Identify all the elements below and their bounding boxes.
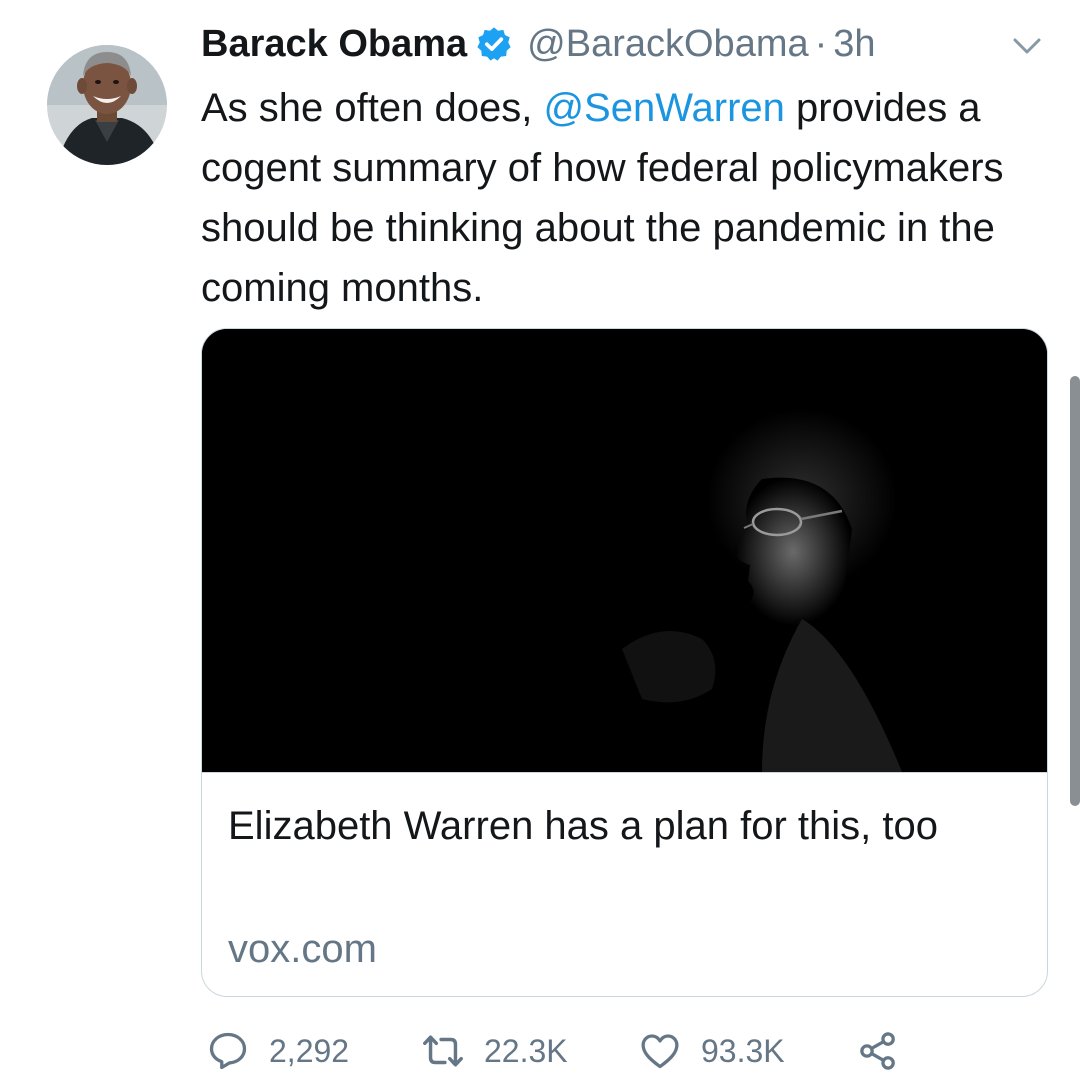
share-icon — [855, 1028, 901, 1074]
card-divider — [202, 772, 1047, 773]
like-button[interactable]: 93.3K — [637, 1025, 785, 1077]
display-name[interactable]: Barack Obama — [201, 23, 467, 66]
card-image[interactable] — [202, 329, 1047, 772]
avatar[interactable] — [47, 30, 167, 165]
retweet-count: 22.3K — [484, 1032, 568, 1069]
heart-icon — [637, 1028, 683, 1074]
scrollbar[interactable] — [1070, 376, 1080, 806]
share-button[interactable] — [855, 1025, 901, 1077]
verified-badge-icon — [475, 25, 513, 63]
separator: · — [814, 22, 828, 65]
retweet-button[interactable]: 22.3K — [420, 1025, 568, 1077]
retweet-icon — [420, 1028, 466, 1074]
tweet-header: Barack Obama @BarackObama · 3h — [201, 20, 876, 68]
chevron-down-icon[interactable] — [1010, 34, 1044, 58]
like-count: 93.3K — [701, 1032, 785, 1069]
reply-button[interactable]: 2,292 — [205, 1025, 349, 1077]
user-handle[interactable]: @BarackObama — [527, 23, 808, 66]
tweet-text-before: As she often does, — [201, 86, 544, 130]
card-domain: vox.com — [228, 927, 377, 971]
card-title[interactable]: Elizabeth Warren has a plan for this, to… — [228, 795, 1008, 857]
reply-icon — [205, 1028, 251, 1074]
reply-count: 2,292 — [269, 1032, 350, 1069]
tweet-text: As she often does, @SenWarren provides a… — [201, 78, 1051, 318]
mention-link[interactable]: @SenWarren — [543, 86, 784, 130]
tweet-time[interactable]: 3h — [833, 23, 875, 66]
tweet[interactable]: Barack Obama @BarackObama · 3h As she of… — [0, 0, 1080, 1081]
tweet-actions: 2,292 22.3K 93.3K — [205, 1025, 925, 1077]
link-card[interactable]: Elizabeth Warren has a plan for this, to… — [201, 328, 1048, 997]
